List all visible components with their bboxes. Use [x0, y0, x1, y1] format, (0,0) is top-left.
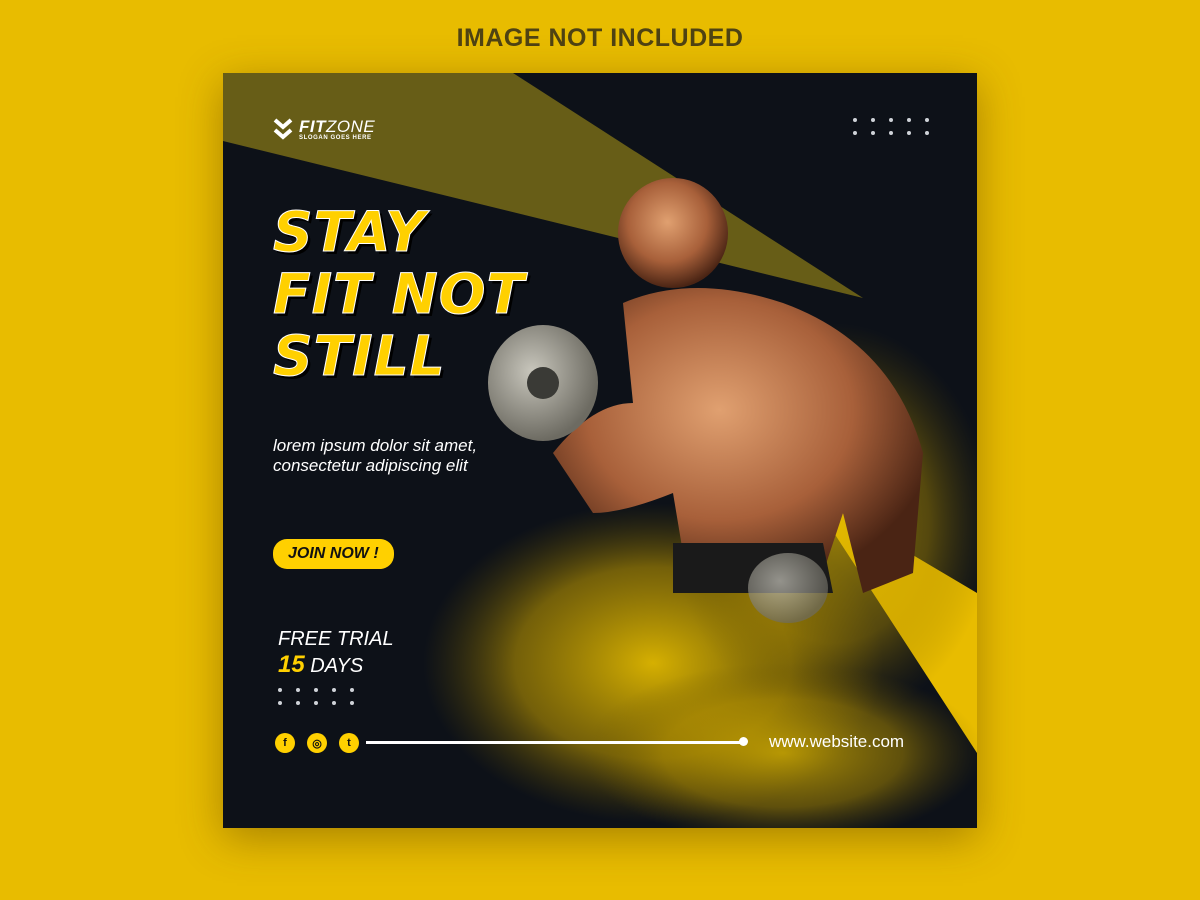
fitness-social-post: FITZONE SLOGAN GOES HERE STAY FIT NOT ST… [223, 73, 977, 828]
free-trial-text: FREE TRIAL 15 DAYS [278, 626, 394, 679]
subtitle: lorem ipsum dolor sit amet, consectetur … [273, 436, 477, 476]
trial-days-unit: DAYS [310, 655, 364, 677]
image-not-included-label: IMAGE NOT INCLUDED [456, 24, 744, 52]
facebook-icon[interactable]: f [275, 733, 295, 753]
double-chevron-logo-icon [273, 118, 293, 140]
headline: STAY FIT NOT STILL [272, 200, 526, 388]
divider-line [366, 741, 741, 744]
decorative-dots-bottom [278, 688, 356, 705]
subtitle-line: consectetur adipiscing elit [273, 456, 468, 475]
free-trial-label: FREE TRIAL [278, 628, 394, 650]
headline-line: STILL [272, 324, 446, 388]
headline-line: STAY [272, 200, 426, 264]
decorative-dots-top [853, 118, 931, 135]
website-link[interactable]: www.website.com [769, 732, 904, 752]
subtitle-line: lorem ipsum dolor sit amet, [273, 436, 478, 455]
join-now-button[interactable]: JOIN NOW ! [273, 539, 394, 569]
divider-dot [739, 737, 748, 746]
social-links: f ◎ t [275, 733, 359, 753]
trial-days-number: 15 [278, 651, 305, 678]
headline-line: FIT NOT [272, 262, 526, 326]
brand-name: FITZONE [299, 117, 376, 136]
instagram-icon[interactable]: ◎ [307, 733, 327, 753]
brand-logo: FITZONE SLOGAN GOES HERE [273, 118, 375, 142]
brand-slogan: SLOGAN GOES HERE [299, 135, 372, 141]
twitter-icon[interactable]: t [339, 733, 359, 753]
